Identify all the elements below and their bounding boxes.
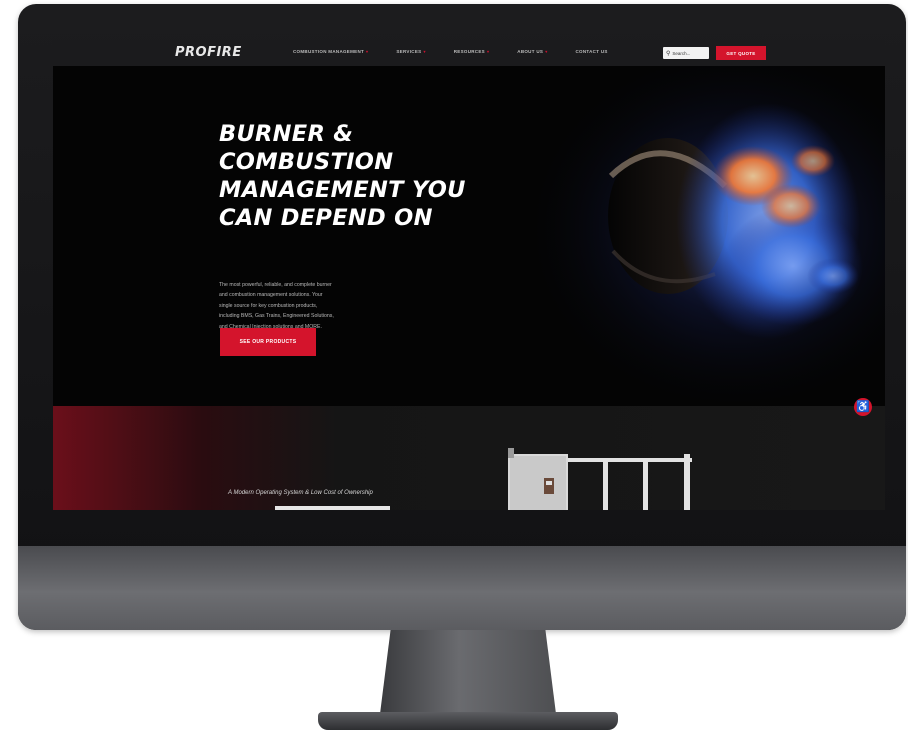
hero-heading: BURNER & COMBUSTION MANAGEMENT YOU CAN D… xyxy=(219,121,466,231)
nav-item-combustion-management[interactable]: COMBUSTION MANAGEMENT ▾ xyxy=(293,49,368,54)
equipment-panel-image xyxy=(508,448,692,510)
top-nav: PROFIRE COMBUSTION MANAGEMENT ▾ SERVICES ▾… xyxy=(53,40,885,66)
product-section: A Modern Operating System & Low Cost of … xyxy=(53,406,885,510)
section-heading-partial xyxy=(275,506,390,510)
site-logo[interactable]: PROFIRE xyxy=(175,45,242,60)
nav-menu: COMBUSTION MANAGEMENT ▾ SERVICES ▾ RESOURC… xyxy=(293,49,608,54)
search-input[interactable]: ⚲ Search... xyxy=(663,47,709,59)
chevron-down-icon: ▾ xyxy=(366,49,369,54)
chevron-down-icon: ▾ xyxy=(486,49,490,54)
nav-item-services[interactable]: SERVICES ▾ xyxy=(396,49,425,54)
monitor-chin xyxy=(18,546,906,630)
accessibility-icon[interactable]: ♿ xyxy=(854,398,872,416)
burner-flame-image xyxy=(493,66,885,406)
chevron-down-icon: ▾ xyxy=(545,49,548,54)
nav-item-resources[interactable]: RESOURCES ▾ xyxy=(454,49,490,54)
see-our-products-button[interactable]: SEE OUR PRODUCTS xyxy=(220,328,316,356)
get-quote-button[interactable]: GET QUOTE xyxy=(716,46,766,60)
monitor-stand-base xyxy=(318,712,618,730)
monitor-stand xyxy=(380,630,556,714)
chevron-down-icon: ▾ xyxy=(423,49,426,54)
product-tagline: A Modern Operating System & Low Cost of … xyxy=(228,490,373,496)
screen: PROFIRE COMBUSTION MANAGEMENT ▾ SERVICES ▾… xyxy=(53,40,885,510)
search-icon: ⚲ xyxy=(666,50,671,57)
nav-item-contact-us[interactable]: CONTACT US xyxy=(576,49,608,54)
hero-description: The most powerful, reliable, and complet… xyxy=(219,282,334,330)
nav-item-about-us[interactable]: ABOUT US ▾ xyxy=(517,49,547,54)
hero-section: BURNER & COMBUSTION MANAGEMENT YOU CAN D… xyxy=(53,66,885,406)
